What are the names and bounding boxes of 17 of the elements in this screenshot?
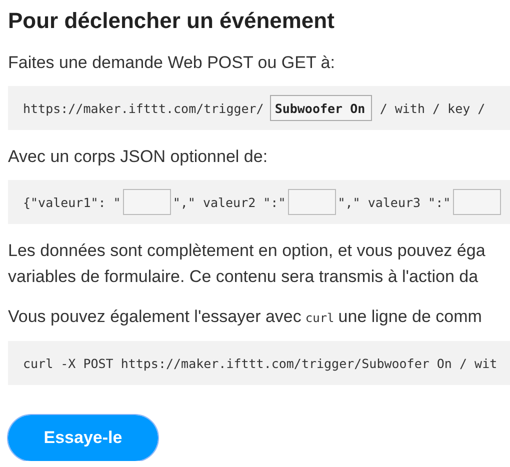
url-text: / with / key / [380, 100, 486, 116]
section-heading: Pour déclencher un événement [8, 7, 336, 35]
value-field[interactable] [122, 189, 171, 215]
inline-code: curl [305, 311, 334, 325]
instruction-text: une ligne de comm [338, 307, 482, 326]
instruction-text: Vous pouvez également l'essayer avec [8, 307, 302, 326]
description-text: Les données sont complètement en option, et vous pouvez éga variables de formulaire. Ce contenu sera transmis à l'action da [8, 240, 486, 288]
value-field[interactable] [452, 189, 501, 215]
json-text: "," valeur3 ":" [338, 194, 451, 210]
json-text: {"valeur1": " [23, 194, 121, 210]
instruction-text: Faites une demande Web POST ou GET à: [8, 52, 336, 74]
json-text: "," valeur2 ":" [172, 194, 286, 210]
instruction-text: Avec un corps JSON optionnel de: [8, 146, 269, 168]
curl-command: curl -X POST https://maker.ifttt.com/trigger/Subwoofer On / wit [23, 356, 498, 370]
url-text: https://maker.ifttt.com/trigger/ [23, 100, 264, 116]
event-name-field[interactable]: Subwoofer On [270, 95, 372, 121]
value-field[interactable] [288, 189, 336, 215]
